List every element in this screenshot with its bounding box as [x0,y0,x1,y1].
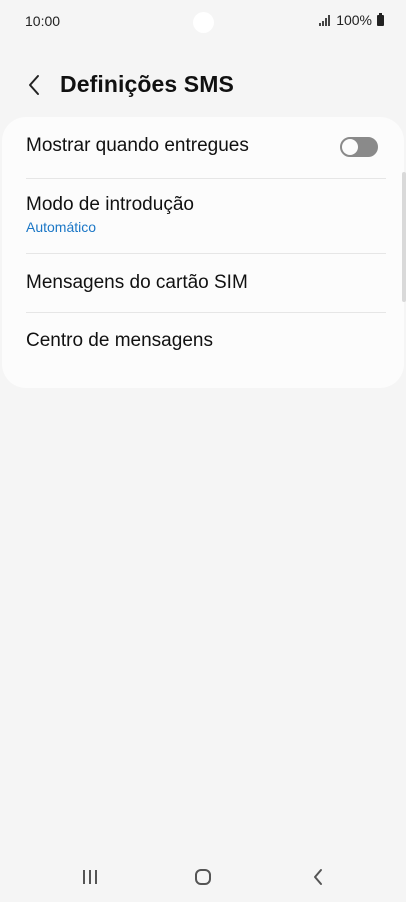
setting-label: Mostrar quando entregues [26,135,249,156]
status-time: 10:00 [25,13,61,29]
setting-input-mode[interactable]: Modo de introdução Automático [26,194,386,235]
divider [26,312,386,313]
back-icon [314,869,322,885]
home-button[interactable] [183,862,223,892]
scrollbar[interactable] [402,172,406,302]
navigation-bar [0,850,406,902]
delivered-toggle[interactable] [340,137,378,157]
divider [26,253,386,254]
chevron-left-icon [29,75,39,95]
setting-sim-messages[interactable]: Mensagens do cartão SIM [26,272,386,294]
status-icons: 100% [319,12,384,28]
setting-value: Automático [26,219,97,235]
setting-message-center[interactable]: Centro de mensagens [26,330,386,352]
recent-apps-button[interactable] [70,862,110,892]
recent-apps-icon [83,870,97,884]
signal-icon [319,14,331,26]
battery-percentage: 100% [336,12,372,28]
setting-label: Centro de mensagens [26,330,213,351]
back-button[interactable] [18,68,50,102]
battery-icon [377,12,384,26]
setting-label: Modo de introdução [26,194,194,215]
setting-label: Mensagens do cartão SIM [26,272,248,293]
divider [26,178,386,179]
setting-show-delivered[interactable]: Mostrar quando entregues [26,135,386,160]
settings-card: Mostrar quando entregues Modo de introdu… [2,117,404,388]
page-title: Definições SMS [60,71,234,97]
toggle-knob [342,139,358,155]
app-header: Definições SMS [0,60,406,112]
home-icon [195,869,211,885]
status-bar: 10:00 100% [0,0,406,44]
nav-back-button[interactable] [298,862,338,892]
front-camera [193,12,214,33]
